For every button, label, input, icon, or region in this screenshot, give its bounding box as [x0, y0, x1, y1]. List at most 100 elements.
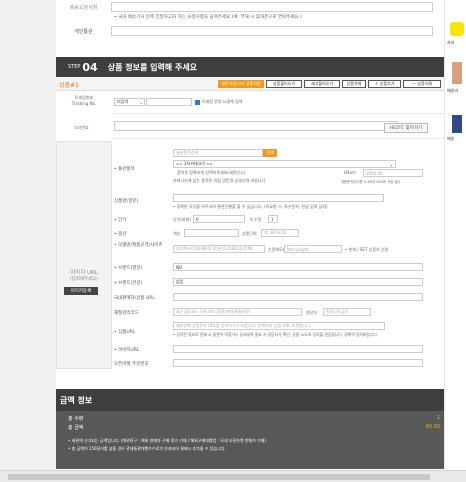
tax-apply-button[interactable]: 영문가/신고가 공통적용: [218, 80, 264, 88]
tracking-input[interactable]: [146, 98, 192, 106]
scrollbar-thumb[interactable]: [8, 474, 430, 480]
delivery-request-note: • 국내 배송기사 분께 전달하고자 하는 요청사항을 남겨주세요.(예: 부재…: [114, 15, 302, 20]
hscode-label: HS코드: [344, 170, 357, 175]
total-qty-label: 총 수량: [68, 416, 84, 422]
tracking-later-label: 트래킹 번호 나중에 입력: [202, 99, 243, 104]
weight-hint: • 한개 / SET 상품의 순량: [345, 247, 389, 252]
category-hint-1: 품목은 정확하게 선택하주세요(세관신고): [177, 170, 246, 175]
weight-label: 순량(KG): [268, 247, 285, 252]
image-register-button[interactable]: 이미지등록: [64, 287, 98, 295]
delivery-request-input[interactable]: [111, 2, 433, 12]
tracking-later-option[interactable]: 트래킹 번호 나중에 입력: [195, 99, 243, 105]
kakao-icon[interactable]: [450, 22, 464, 36]
material-input[interactable]: 표준상품코드 국제 코드(품명/판매/재질표준): [173, 308, 302, 316]
step-title: 상품 정보를 입력해 주세요: [107, 62, 198, 72]
name-en-label: 상품명(영문): [114, 199, 139, 204]
qty-input[interactable]: 1: [268, 215, 278, 223]
size-input[interactable]: 예: 8/FS/7호: [261, 229, 299, 237]
horizontal-scrollbar[interactable]: [0, 470, 466, 482]
model-input[interactable]: 예:XPS4/1000Ml/4:30분/투2080L흰20ML: [173, 245, 265, 253]
checkbox-checked-icon[interactable]: [195, 99, 200, 105]
brand-en-value: NO: [176, 264, 183, 270]
hscode-input[interactable]: 0000.00: [363, 169, 423, 177]
weight-placeholder: Net weight: [287, 246, 309, 252]
hs-code-find-button[interactable]: HS코드 찾아가기: [384, 123, 428, 133]
divider: [112, 113, 444, 114]
product-name: 상품#1: [59, 82, 79, 89]
load-product-button[interactable]: 상품불러오기: [266, 80, 302, 88]
order-form: 배송요청사항 • 국내 배송기사 분께 전달하고자 하는 요청사항을 남겨주세요…: [56, 0, 444, 482]
brand-kr-input[interactable]: 없음: [173, 278, 423, 286]
customs-code-label: 개인통관: [74, 28, 93, 35]
category-select-value: == 1차카테고리 ==: [176, 161, 213, 166]
hscode-placeholder: 0000.00: [366, 170, 383, 176]
chevron-down-icon: ⌄: [139, 99, 143, 105]
load-stock-button[interactable]: 재고불러오기: [304, 80, 340, 88]
image-url-label: 이미지 URL: [70, 270, 98, 276]
size-placeholder: 예: 8/FS/7호: [264, 230, 287, 235]
price-value: 0: [196, 216, 199, 222]
step-label: STEP: [68, 64, 81, 70]
chevron-down-icon: ⌄: [389, 161, 393, 167]
customs-code-input[interactable]: [111, 26, 433, 36]
model-label: • 모델명/제품규격/사이즈: [114, 243, 163, 248]
size-label: 상품단위: [242, 231, 257, 236]
order-no-input[interactable]: [114, 121, 398, 131]
qty-value: 1: [271, 216, 274, 222]
item-url-label: • 이미지URL: [114, 348, 140, 353]
customs-code-row: 개인통관: [56, 26, 444, 36]
image-panel: [56, 141, 112, 369]
item-url-input[interactable]: [173, 345, 423, 353]
add-product-button[interactable]: ＋ 상품추가: [368, 80, 401, 88]
product-url-placeholder: 해외판매 상품문자 URL을 입력하시기 바랍니다. 판매처의 상품 URL 추…: [176, 323, 312, 328]
delete-product-button[interactable]: 상품삭제: [342, 80, 366, 88]
tracking-label: 트래킹번호 Tracking No.: [71, 95, 97, 106]
category-hint-2: 카테고리에 없는 품목은 직접 영문명 상세기재 바랍니다: [173, 178, 266, 183]
category-select[interactable]: == 1차카테고리 == ⌄: [173, 160, 396, 168]
hscode-hint: 영문명 작성기준 시 6자리 HS코드 작성 필수: [341, 180, 401, 184]
category-label: • 통관품목: [114, 167, 135, 172]
tracking-select[interactable]: 미입력 ⌄: [114, 98, 145, 106]
brand-en-input[interactable]: NO: [173, 263, 423, 271]
price-section-header: 금액 정보: [56, 389, 444, 411]
color-input[interactable]: [184, 229, 239, 237]
color-label: 색상: [173, 231, 181, 236]
model-placeholder: 예:XPS4/1000Ml/4:30분/투2080L흰20ML: [176, 246, 254, 251]
purchase-url-input[interactable]: [173, 293, 423, 301]
delivery-request-row: 배송요청사항: [56, 2, 444, 12]
brand-kr-value: 없음: [176, 279, 184, 284]
price-note-1: • 세관에 신고되는 금액입니다. (해외직구 : 해외 판매자 구매 정가 기…: [68, 438, 267, 443]
tracking-select-value: 미입력: [117, 99, 129, 104]
delete-all-button[interactable]: — 상품삭제: [403, 80, 441, 88]
option-label: • 옵션: [114, 232, 127, 237]
price-note-2: • 총 금액이 150달러를 넘을 경우 관세통관대행수수료가 부과되어 결제시…: [68, 446, 226, 451]
total-qty-value: 1: [436, 415, 440, 421]
open-market-label: 오픈마켓 주문번호: [114, 362, 149, 367]
price-section-title: 금액 정보: [60, 396, 93, 405]
name-en-input[interactable]: [173, 194, 384, 202]
side-text-shipping: 배송비: [447, 88, 459, 93]
material-label: 재질관리코드: [114, 311, 139, 316]
name-en-hint: • 정확한 작성을 하주셔야 통관진행을 할 수 있습니다. (미요청 시, 특…: [173, 204, 328, 209]
open-market-input[interactable]: [173, 359, 423, 367]
price-summary: 총 수량 1 총 금액 ¥0.00 • 세관에 신고되는 금액입니다. (해외직…: [56, 411, 444, 469]
price-input[interactable]: 0: [193, 215, 245, 223]
brand-kr-label: • 브랜드(한글): [114, 281, 143, 286]
category-search-placeholder: 통관품목검색: [176, 150, 199, 155]
product-bar: 상품#1 영문가/신고가 공통적용 상품불러오기 재고불러오기 상품삭제 ＋ 상…: [56, 77, 444, 91]
category-search-button[interactable]: 검색: [263, 149, 277, 157]
product-url-hint: • 입력된 정보로 문제 시 통관이 어렵거나 상세내역 필요 시 담당자가 확…: [173, 332, 379, 337]
category-search-input[interactable]: 통관품목검색: [173, 149, 263, 157]
product-url-label: • 상품URL: [114, 330, 136, 335]
purchase-url-label: 국내판매처/상품 URL: [114, 296, 155, 301]
weight-input[interactable]: Net weight: [284, 245, 342, 253]
delivery-request-note-row: • 국내 배송기사 분께 전달하고자 하는 요청사항을 남겨주세요.(예: 부재…: [56, 13, 444, 21]
side-text-kakao: 카카: [447, 40, 455, 45]
price-label: • 단가: [114, 218, 127, 223]
divider: [112, 138, 444, 139]
total-amount-value: ¥0.00: [425, 424, 440, 430]
origin-placeholder: 한글입력금지: [326, 309, 349, 314]
material-placeholder: 표준상품코드 국제 코드(품명/판매/재질표준): [176, 309, 251, 314]
product-url-input[interactable]: 해외판매 상품문자 URL을 입력하시기 바랍니다. 판매처의 상품 URL 추…: [173, 322, 385, 330]
origin-input[interactable]: 한글입력금지: [323, 308, 371, 316]
